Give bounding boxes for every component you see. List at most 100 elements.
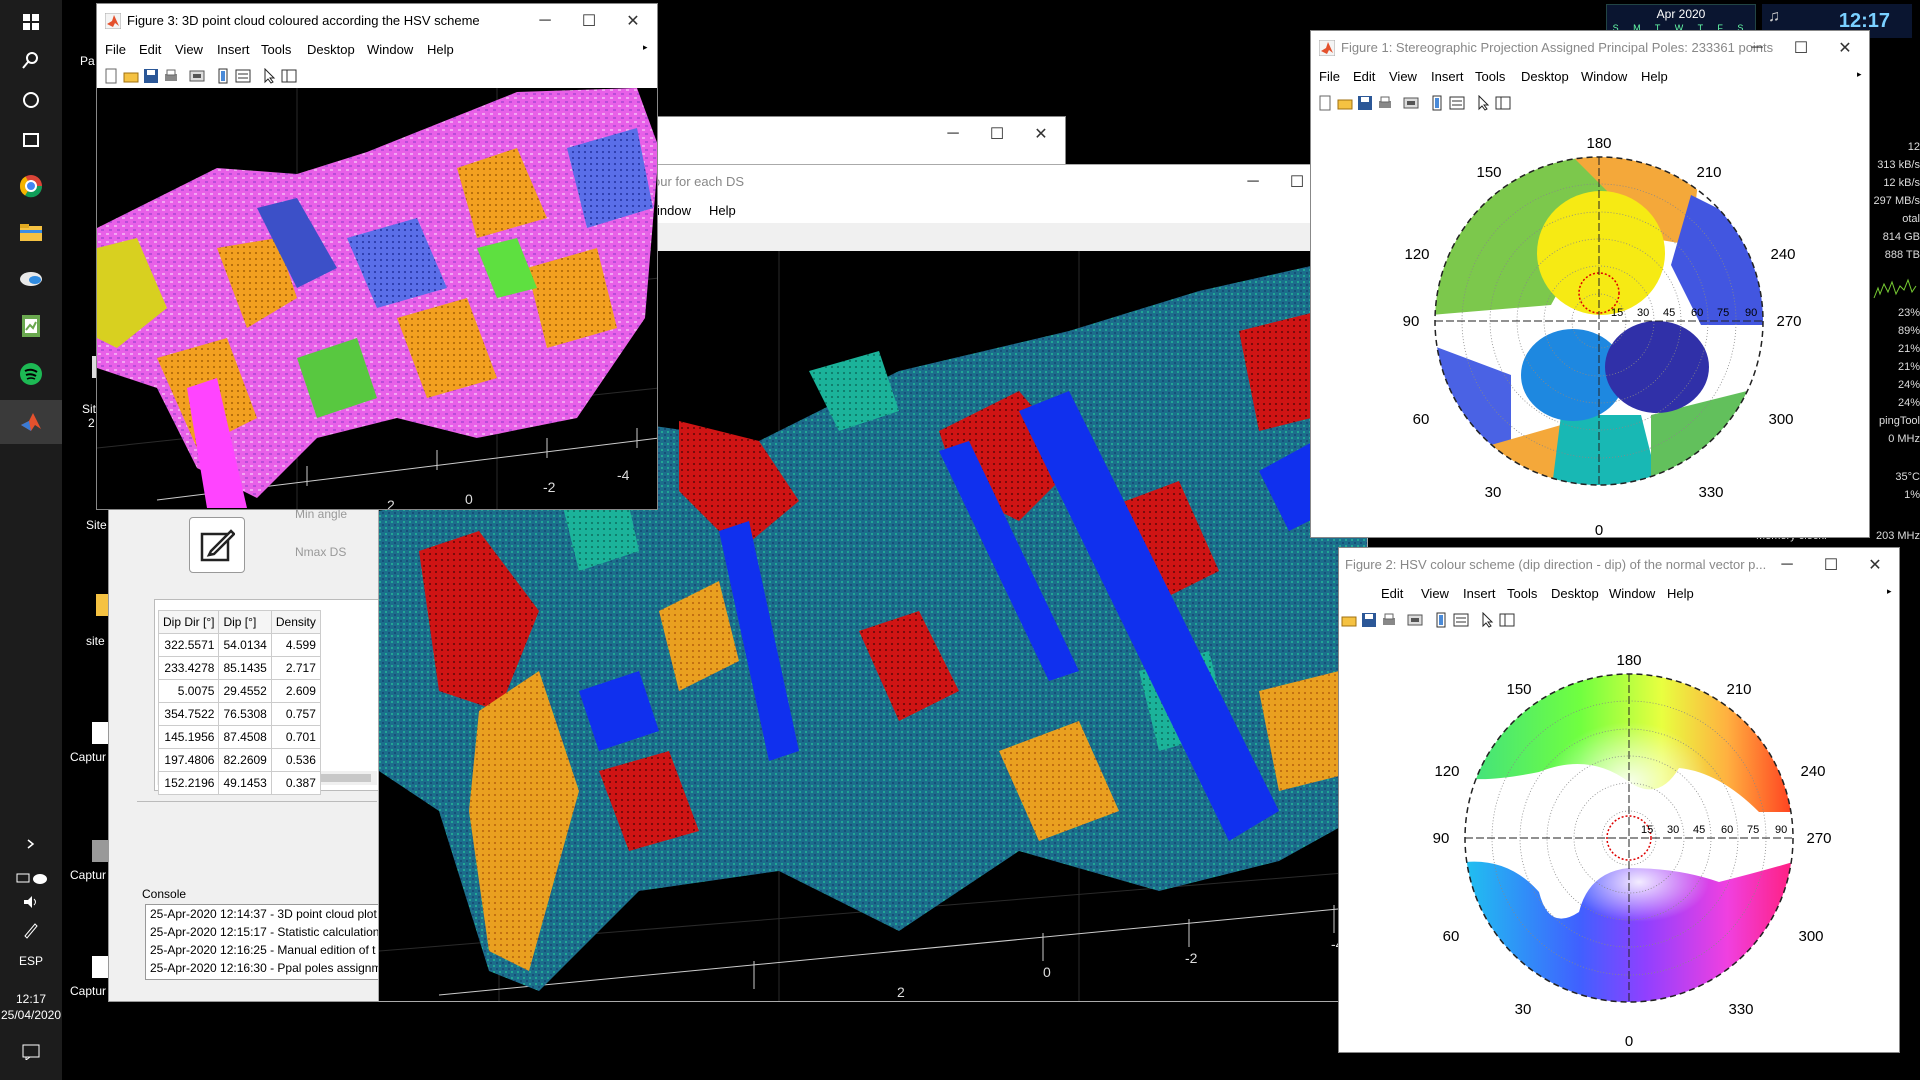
print-icon[interactable] bbox=[1381, 612, 1397, 628]
table-cell[interactable]: 29.4552 bbox=[218, 679, 272, 703]
menu-edit[interactable]: Edit bbox=[1381, 586, 1403, 601]
open-file-icon[interactable] bbox=[1337, 95, 1353, 111]
chevron-up-icon[interactable] bbox=[0, 832, 62, 856]
table-row[interactable]: 354.7522 76.5308 0.757 bbox=[157, 702, 321, 726]
table-row[interactable]: 5.0075 29.4552 2.609 bbox=[157, 679, 321, 703]
menu-file[interactable]: File bbox=[1319, 69, 1340, 84]
table-cell[interactable]: 2.609 bbox=[270, 679, 321, 703]
table-cell[interactable]: 76.5308 bbox=[218, 702, 272, 726]
maximize-icon[interactable]: ☐ bbox=[1779, 31, 1823, 65]
table-cell[interactable]: 54.0134 bbox=[218, 633, 272, 657]
table-cell[interactable]: 197.4806 bbox=[157, 748, 220, 772]
menu-help[interactable]: Help bbox=[427, 42, 454, 57]
taskbar-clock-time[interactable]: 12:17 bbox=[0, 992, 62, 1006]
insert-legend-icon[interactable] bbox=[1453, 612, 1469, 628]
property-inspector-icon[interactable] bbox=[281, 68, 297, 84]
figure2-titlebar[interactable]: Figure 2: HSV colour scheme (dip directi… bbox=[1339, 548, 1899, 582]
cloud-app-icon[interactable] bbox=[0, 256, 62, 300]
insert-colorbar-icon[interactable] bbox=[215, 68, 231, 84]
spotify-icon[interactable] bbox=[0, 352, 62, 396]
menu-tools[interactable]: Tools bbox=[261, 42, 291, 57]
cortana-icon[interactable] bbox=[0, 78, 62, 122]
table-cell[interactable]: 5.0075 bbox=[157, 679, 220, 703]
link-plot-icon[interactable] bbox=[1407, 612, 1423, 628]
menu-dock-arrow-icon[interactable]: ▸ bbox=[1887, 586, 1892, 597]
figure3-window[interactable]: Figure 3: 3D point cloud coloured accord… bbox=[96, 3, 658, 510]
minimize-icon[interactable]: ─ bbox=[1735, 31, 1779, 65]
table-row[interactable]: 145.1956 87.4508 0.701 bbox=[157, 725, 321, 749]
menu-file[interactable]: File bbox=[105, 42, 126, 57]
menu-window[interactable]: Window bbox=[1609, 586, 1655, 601]
figure3-titlebar[interactable]: Figure 3: 3D point cloud coloured accord… bbox=[97, 4, 657, 38]
file-explorer-icon[interactable] bbox=[0, 210, 62, 254]
table-row[interactable]: 152.2196 49.1453 0.387 bbox=[157, 771, 321, 795]
search-icon[interactable] bbox=[0, 38, 62, 82]
menu-dock-arrow-icon[interactable]: ▸ bbox=[643, 42, 648, 53]
menu-tools[interactable]: Tools bbox=[1475, 69, 1505, 84]
table-cell[interactable]: 0.701 bbox=[270, 725, 321, 749]
table-cell[interactable]: 4.599 bbox=[270, 633, 321, 657]
notifications-icon[interactable] bbox=[0, 1030, 62, 1074]
table-cell[interactable]: 87.4508 bbox=[218, 725, 272, 749]
network-cloud-icon[interactable] bbox=[0, 866, 62, 890]
new-figure-icon[interactable] bbox=[1317, 95, 1333, 111]
save-icon[interactable] bbox=[143, 68, 159, 84]
print-icon[interactable] bbox=[1377, 95, 1393, 111]
table-cell[interactable]: 152.2196 bbox=[157, 771, 220, 795]
menu-help[interactable]: Help bbox=[709, 203, 736, 218]
property-inspector-icon[interactable] bbox=[1499, 612, 1515, 628]
table-cell[interactable]: 82.2609 bbox=[218, 748, 272, 772]
open-file-icon[interactable] bbox=[1341, 612, 1357, 628]
link-plot-icon[interactable] bbox=[189, 68, 205, 84]
minimize-icon[interactable]: ─ bbox=[931, 117, 975, 151]
menu-window[interactable]: indow bbox=[657, 203, 691, 218]
desktop-label[interactable]: Pa bbox=[80, 54, 95, 68]
spreadsheet-app-icon[interactable] bbox=[0, 304, 62, 348]
desktop-label[interactable]: site bbox=[86, 634, 105, 648]
table-header[interactable]: Dip [°] bbox=[218, 610, 272, 634]
edit-plot-arrow-icon[interactable] bbox=[1479, 612, 1495, 628]
table-cell[interactable]: 2.717 bbox=[270, 656, 321, 680]
minimize-icon[interactable]: ─ bbox=[1765, 548, 1809, 582]
edit-plot-arrow-icon[interactable] bbox=[261, 68, 277, 84]
menu-desktop[interactable]: Desktop bbox=[307, 42, 355, 57]
edit-button[interactable] bbox=[189, 517, 245, 573]
save-icon[interactable] bbox=[1361, 612, 1377, 628]
figure1-titlebar[interactable]: Figure 1: Stereographic Projection Assig… bbox=[1311, 31, 1869, 65]
table-cell[interactable]: 0.757 bbox=[270, 702, 321, 726]
language-indicator[interactable]: ESP bbox=[0, 954, 62, 968]
new-figure-icon[interactable] bbox=[103, 68, 119, 84]
close-icon[interactable]: ✕ bbox=[1019, 117, 1063, 151]
menu-insert[interactable]: Insert bbox=[217, 42, 250, 57]
menu-edit[interactable]: Edit bbox=[139, 42, 161, 57]
figure3-axes[interactable]: 0 -2 -4 2 bbox=[97, 88, 657, 509]
matlab-taskbar-icon[interactable] bbox=[0, 400, 62, 444]
table-row[interactable]: 233.4278 85.1435 2.717 bbox=[157, 656, 321, 680]
taskbar-clock-date[interactable]: 25/04/2020 bbox=[0, 1008, 62, 1022]
menu-help[interactable]: Help bbox=[1667, 586, 1694, 601]
menu-edit[interactable]: Edit bbox=[1353, 69, 1375, 84]
insert-colorbar-icon[interactable] bbox=[1429, 95, 1445, 111]
maximize-icon[interactable]: ☐ bbox=[975, 117, 1019, 151]
figure1-window[interactable]: Figure 1: Stereographic Projection Assig… bbox=[1310, 30, 1870, 538]
menu-insert[interactable]: Insert bbox=[1431, 69, 1464, 84]
volume-icon[interactable] bbox=[0, 890, 62, 914]
table-cell[interactable]: 145.1956 bbox=[157, 725, 220, 749]
table-cell[interactable]: 354.7522 bbox=[157, 702, 220, 726]
console-log[interactable]: 25-Apr-2020 12:14:37 - 3D point cloud pl… bbox=[145, 904, 387, 980]
menu-dock-arrow-icon[interactable]: ▸ bbox=[1857, 69, 1862, 80]
table-cell[interactable]: 322.5571 bbox=[157, 633, 220, 657]
save-icon[interactable] bbox=[1357, 95, 1373, 111]
maximize-icon[interactable]: ☐ bbox=[1809, 548, 1853, 582]
desktop-label[interactable]: Captur bbox=[70, 750, 106, 764]
link-plot-icon[interactable] bbox=[1403, 95, 1419, 111]
menu-window[interactable]: Window bbox=[367, 42, 413, 57]
table-cell[interactable]: 85.1435 bbox=[218, 656, 272, 680]
figure1-polar-axes[interactable]: 15 30 45 60 75 90 180 150 210 120 240 90… bbox=[1311, 115, 1869, 537]
menu-view[interactable]: View bbox=[1421, 586, 1449, 601]
menu-desktop[interactable]: Desktop bbox=[1521, 69, 1569, 84]
maximize-icon[interactable]: ☐ bbox=[567, 4, 611, 38]
desktop-label[interactable]: Site bbox=[86, 518, 107, 532]
figure2-window[interactable]: Figure 2: HSV colour scheme (dip directi… bbox=[1338, 547, 1900, 1053]
table-header[interactable]: Density bbox=[270, 610, 321, 634]
